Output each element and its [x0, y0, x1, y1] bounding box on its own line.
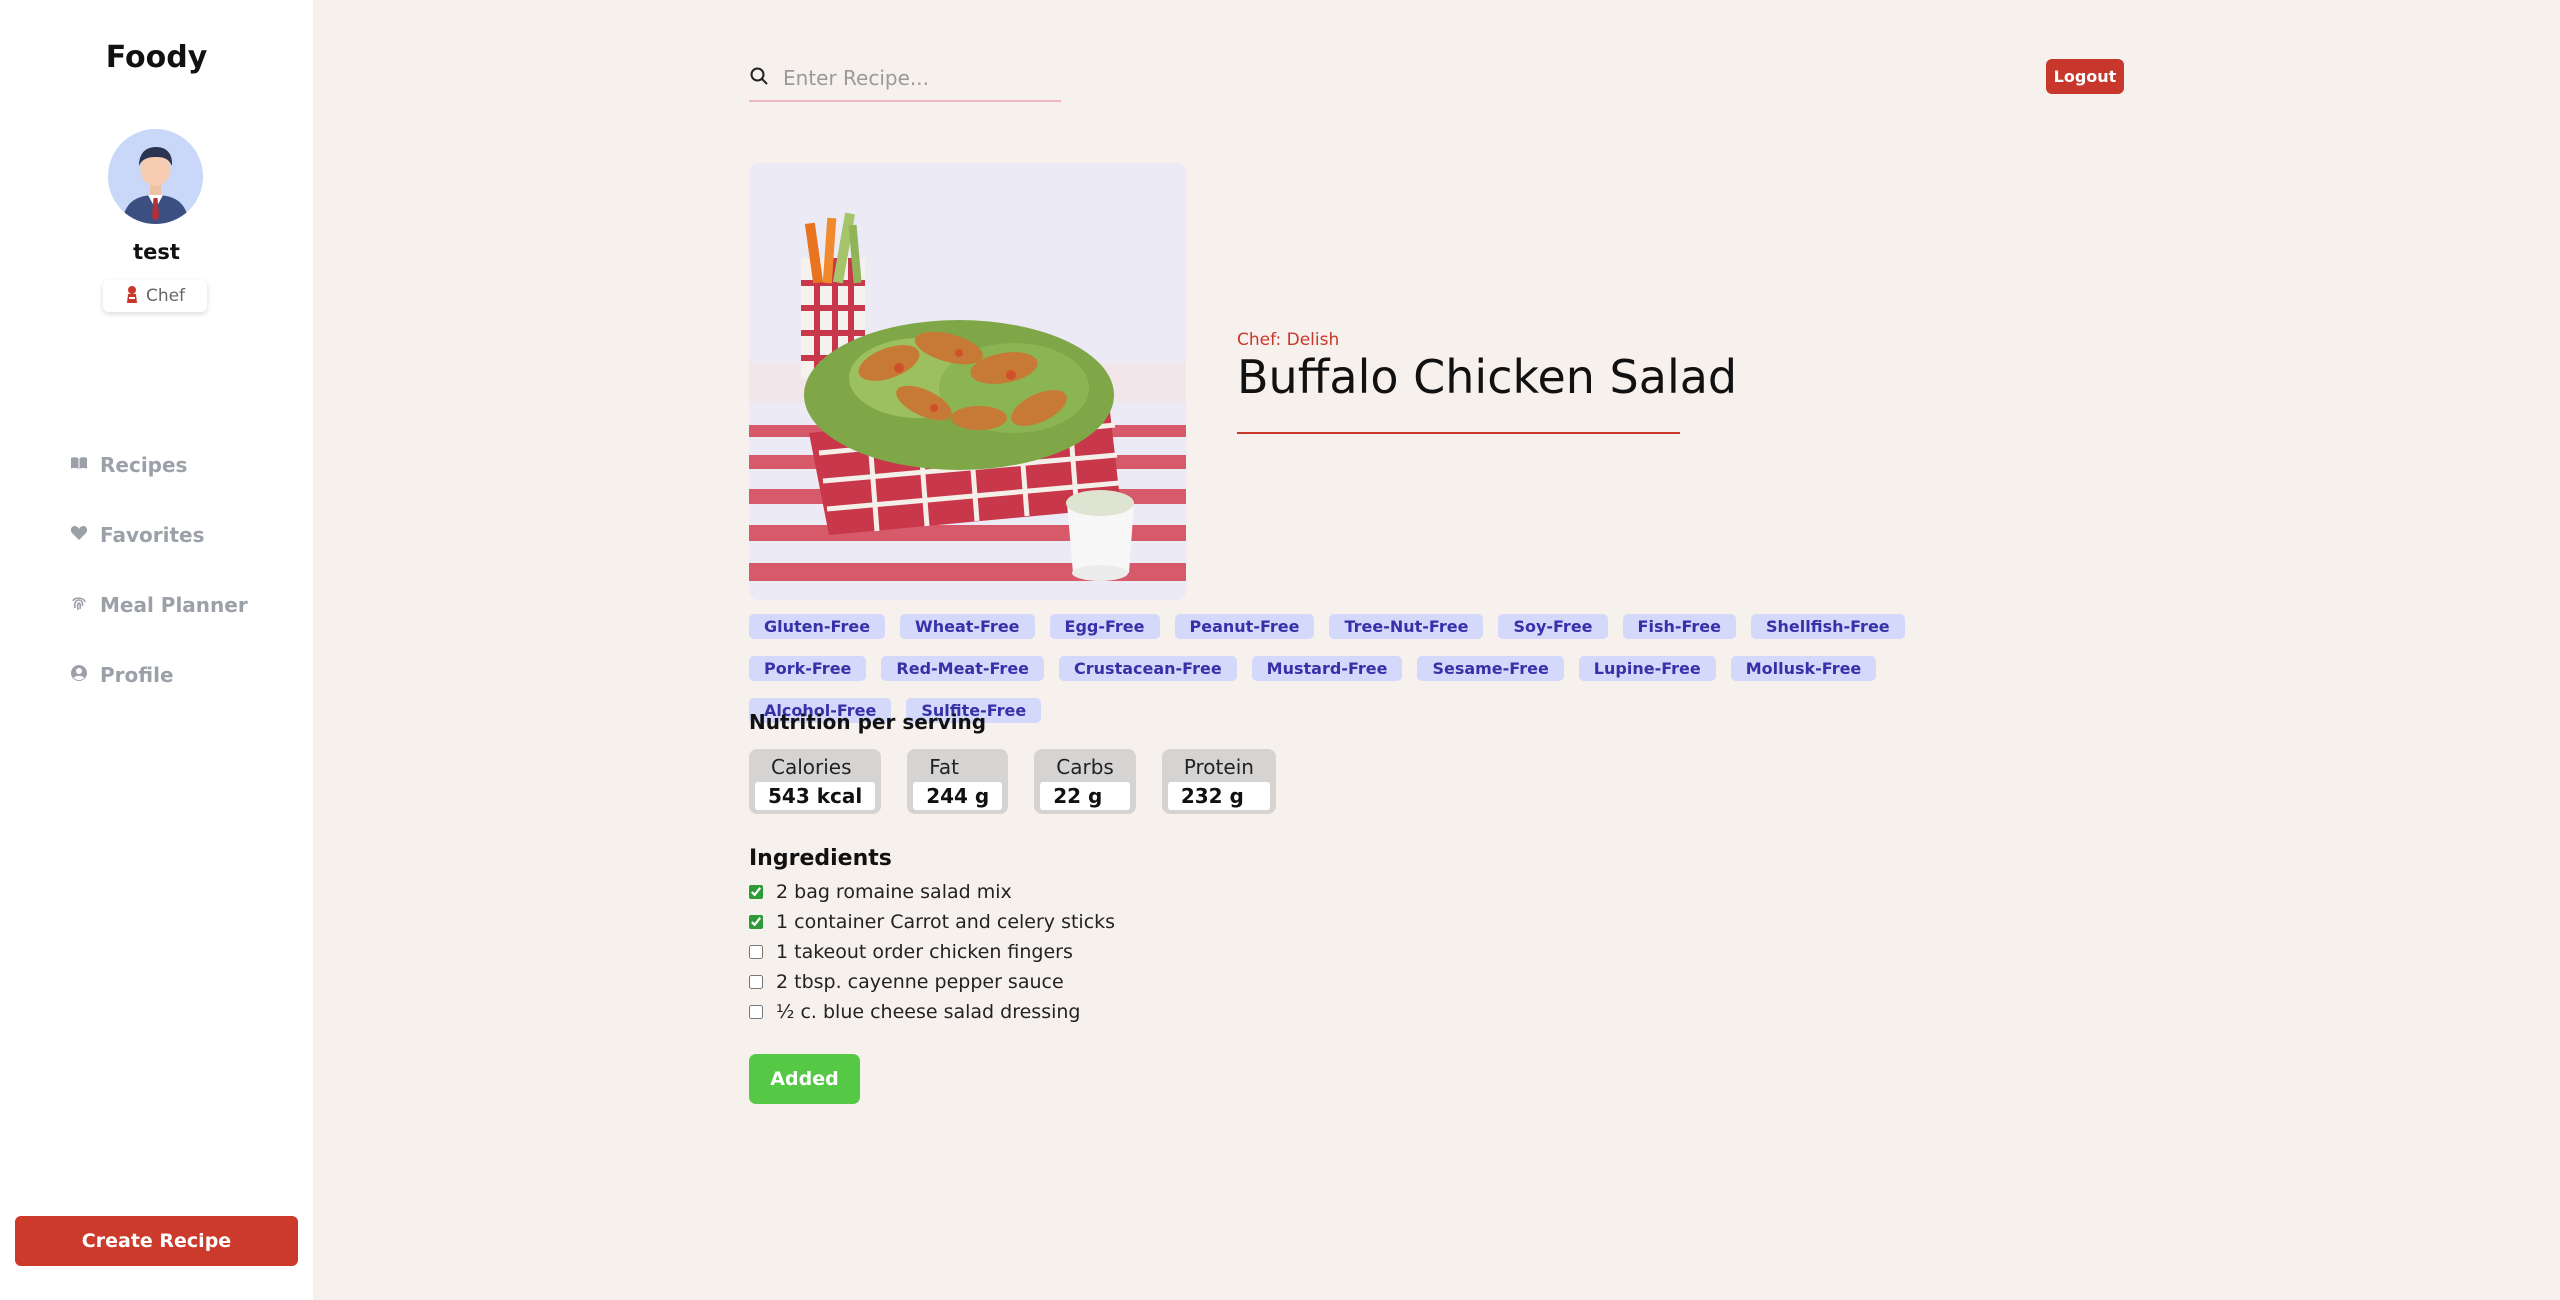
sidebar-item-profile[interactable]: Profile [70, 640, 248, 710]
nutrition-value: 22 g [1040, 782, 1130, 810]
book-icon [70, 453, 88, 477]
sidebar-item-label: Meal Planner [100, 593, 248, 617]
role-badge: Chef [103, 280, 207, 312]
nutrition-value: 244 g [913, 782, 1003, 810]
search-icon [749, 66, 769, 90]
ingredient-item[interactable]: 2 bag romaine salad mix [749, 877, 1115, 907]
username: test [133, 240, 180, 264]
nutrition-label: Protein [1183, 755, 1254, 779]
sidebar-item-label: Recipes [100, 453, 188, 477]
diet-tag: Sesame-Free [1417, 656, 1564, 681]
sidebar-item-meal-planner[interactable]: Meal Planner [70, 570, 248, 640]
ingredient-checkbox[interactable] [749, 885, 763, 899]
diet-tag: Soy-Free [1498, 614, 1608, 639]
ingredients-heading: Ingredients [749, 846, 892, 871]
diet-tag: Fish-Free [1622, 614, 1736, 639]
title-divider [1237, 432, 1680, 434]
ingredient-item[interactable]: 1 takeout order chicken fingers [749, 937, 1115, 967]
diet-tag: Mollusk-Free [1730, 656, 1877, 681]
chef-icon [125, 285, 139, 308]
ingredient-item[interactable]: ½ c. blue cheese salad dressing [749, 997, 1115, 1027]
search-input[interactable] [783, 66, 1043, 90]
nutrition-card-calories: Calories 543 kcal [749, 749, 882, 814]
sidebar-item-label: Favorites [100, 523, 205, 547]
nutrition-card-carbs: Carbs 22 g [1034, 749, 1136, 814]
nutrition-card-protein: Protein 232 g [1161, 749, 1276, 814]
ingredient-text: ½ c. blue cheese salad dressing [776, 1001, 1081, 1023]
diet-tags: Gluten-Free Wheat-Free Egg-Free Peanut-F… [749, 614, 2009, 723]
sidebar-item-favorites[interactable]: Favorites [70, 500, 248, 570]
ingredient-item[interactable]: 1 container Carrot and celery sticks [749, 907, 1115, 937]
ingredient-checkbox[interactable] [749, 915, 763, 929]
ingredient-checkbox[interactable] [749, 975, 763, 989]
diet-tag: Mustard-Free [1251, 656, 1403, 681]
nutrition-cards: Calories 543 kcal Fat 244 g Carbs 22 g P… [749, 749, 1276, 814]
diet-tag: Red-Meat-Free [881, 656, 1045, 681]
ingredient-item[interactable]: 2 tbsp. cayenne pepper sauce [749, 967, 1115, 997]
sidebar-item-recipes[interactable]: Recipes [70, 430, 248, 500]
search-bar [749, 56, 1061, 102]
user-circle-icon [70, 663, 88, 687]
nutrition-value: 232 g [1167, 782, 1270, 810]
ingredient-text: 2 bag romaine salad mix [776, 881, 1012, 903]
nutrition-card-fat: Fat 244 g [907, 749, 1009, 814]
heart-icon [70, 523, 88, 547]
nutrition-label: Fat [929, 755, 959, 779]
create-recipe-button[interactable]: Create Recipe [15, 1216, 298, 1266]
diet-tag: Crustacean-Free [1059, 656, 1237, 681]
sidebar-item-label: Profile [100, 663, 174, 687]
app-title: Foody [105, 40, 208, 75]
ingredient-text: 1 takeout order chicken fingers [776, 941, 1073, 963]
ingredients-list: 2 bag romaine salad mix 1 container Carr… [749, 877, 1115, 1027]
diet-tag: Pork-Free [749, 656, 867, 681]
diet-tag: Gluten-Free [749, 614, 886, 639]
ingredient-text: 1 container Carrot and celery sticks [776, 911, 1116, 933]
diet-tag: Lupine-Free [1578, 656, 1716, 681]
recipe-image [749, 163, 1186, 600]
recipe-chef: Chef: Delish [1237, 330, 1340, 350]
ingredient-text: 2 tbsp. cayenne pepper sauce [776, 971, 1064, 993]
recipe-title: Buffalo Chicken Salad [1237, 350, 1738, 404]
logout-button[interactable]: Logout [2046, 59, 2124, 94]
avatar [108, 129, 203, 224]
nutrition-label: Calories [771, 755, 852, 779]
nutrition-value: 543 kcal [755, 782, 876, 810]
sidebar-nav: Recipes Favorites Meal Planner Profile [70, 430, 248, 710]
nutrition-label: Carbs [1056, 755, 1114, 779]
diet-tag: Wheat-Free [900, 614, 1035, 639]
fingerprint-icon [70, 593, 88, 617]
diet-tag: Egg-Free [1049, 614, 1160, 639]
sidebar: Foody test Chef Recipes Favorites Meal P… [0, 0, 313, 1300]
diet-tag: Shellfish-Free [1751, 614, 1905, 639]
diet-tag: Peanut-Free [1174, 614, 1315, 639]
ingredient-checkbox[interactable] [749, 945, 763, 959]
nutrition-heading: Nutrition per serving [749, 710, 987, 734]
diet-tag: Tree-Nut-Free [1329, 614, 1484, 639]
added-button[interactable]: Added [749, 1054, 860, 1104]
ingredient-checkbox[interactable] [749, 1005, 763, 1019]
role-label: Chef [145, 286, 186, 306]
